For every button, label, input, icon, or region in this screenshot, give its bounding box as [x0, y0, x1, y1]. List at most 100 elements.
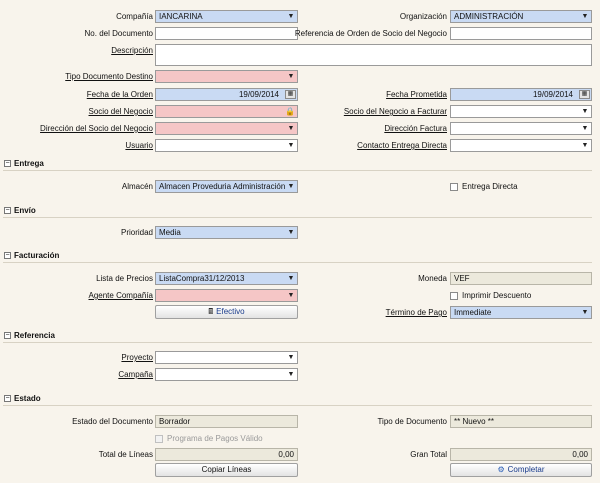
fecha-orden-value: 19/09/2014 — [238, 90, 279, 99]
campana-select[interactable]: ▼ — [155, 368, 298, 381]
usuario-label: Usuario — [125, 141, 153, 150]
payment-icon: 🖩 — [208, 307, 214, 316]
termino-pago-value: Immediate — [454, 308, 492, 317]
direccion-factura-select[interactable]: ▼ — [450, 122, 592, 135]
chevron-down-icon[interactable]: ▼ — [285, 273, 297, 284]
socio-negocio-label: Socio del Negocio — [88, 107, 153, 116]
campana-label: Campaña — [118, 370, 153, 379]
chevron-down-icon[interactable]: ▼ — [285, 227, 297, 238]
usuario-select[interactable]: ▼ — [155, 139, 298, 152]
checkbox-icon[interactable] — [450, 291, 458, 300]
descripcion-textarea[interactable] — [155, 44, 592, 66]
agente-compania-label: Agente Compañía — [88, 291, 154, 300]
lista-precios-label: Lista de Precios — [96, 274, 153, 283]
chevron-down-icon[interactable]: ▼ — [285, 290, 297, 301]
direccion-factura-label: Dirección Factura — [384, 124, 447, 133]
gran-total-label: Gran Total — [410, 450, 447, 459]
proyecto-label: Proyecto — [121, 353, 153, 362]
programa-pagos-checkbox: Programa de Pagos Válido — [155, 433, 263, 444]
section-referencia[interactable]: − Referencia — [3, 329, 592, 343]
chevron-down-icon[interactable]: ▼ — [285, 369, 297, 380]
socio-facturar-select[interactable]: ▼ — [450, 105, 592, 118]
chevron-down-icon[interactable]: ▼ — [285, 71, 297, 82]
compania-select[interactable]: IANCARINA ▼ — [155, 10, 298, 23]
socio-facturar-label: Socio del Negocio a Facturar — [343, 107, 447, 116]
fecha-prometida-input[interactable]: 19/09/2014 ▦ — [450, 88, 592, 101]
lista-precios-value: ListaCompra31/12/2013 — [159, 274, 245, 283]
chevron-down-icon[interactable]: ▼ — [285, 11, 297, 22]
completar-button-label: Completar — [507, 465, 545, 474]
entrega-directa-label: Entrega Directa — [462, 182, 518, 191]
almacen-label: Almacén — [121, 182, 153, 191]
calendar-icon[interactable]: ▦ — [579, 90, 590, 99]
tipo-documento-field: ** Nuevo ** — [450, 415, 592, 428]
prioridad-select[interactable]: Media ▼ — [155, 226, 298, 239]
termino-pago-label: Término de Pago — [385, 308, 447, 317]
chevron-down-icon[interactable]: ▼ — [285, 181, 297, 192]
fecha-orden-input[interactable]: 19/09/2014 ▦ — [155, 88, 298, 101]
estado-documento-field: Borrador — [155, 415, 298, 428]
collapse-icon[interactable]: − — [4, 252, 11, 260]
fecha-prometida-value: 19/09/2014 — [532, 90, 573, 99]
compania-value: IANCARINA — [159, 12, 203, 21]
referencia-orden-label: Referencia de Orden de Socio del Negocio — [294, 29, 447, 38]
collapse-icon[interactable]: − — [4, 332, 11, 340]
proyecto-select[interactable]: ▼ — [155, 351, 298, 364]
checkbox-icon[interactable] — [450, 182, 458, 191]
section-facturacion[interactable]: − Facturación — [3, 249, 592, 263]
collapse-icon[interactable]: − — [4, 160, 11, 168]
no-documento-input[interactable] — [155, 27, 298, 40]
contacto-entrega-label: Contacto Entrega Directa — [357, 141, 447, 150]
imprimir-descuento-checkbox[interactable]: Imprimir Descuento — [450, 290, 531, 301]
organizacion-value: ADMINISTRACIÓN — [454, 12, 524, 21]
gran-total-field: 0,00 — [450, 448, 592, 461]
moneda-label: Moneda — [418, 274, 447, 283]
almacen-value: Almacen Proveduria Administración — [159, 182, 286, 191]
tipo-documento-label: Tipo de Documento — [377, 417, 447, 426]
tipo-documento-destino-select[interactable]: ▼ — [155, 70, 298, 83]
section-referencia-title: Referencia — [14, 331, 55, 340]
collapse-icon[interactable]: − — [4, 395, 11, 403]
efectivo-button-label: Efectivo — [216, 307, 245, 316]
direccion-socio-label: Dirección del Socio del Negocio — [40, 124, 153, 133]
chevron-down-icon[interactable]: ▼ — [285, 140, 297, 151]
section-estado[interactable]: − Estado — [3, 392, 592, 406]
completar-button[interactable]: ⚙ Completar — [450, 463, 592, 477]
copiar-lineas-button[interactable]: Copiar Líneas — [155, 463, 298, 477]
entrega-directa-checkbox[interactable]: Entrega Directa — [450, 181, 518, 192]
section-envio-title: Envío — [14, 206, 36, 215]
chevron-down-icon[interactable]: ▼ — [579, 140, 591, 151]
socio-negocio-input[interactable]: 🔒 — [155, 105, 298, 118]
section-envio[interactable]: − Envío — [3, 204, 592, 218]
organizacion-select[interactable]: ADMINISTRACIÓN ▼ — [450, 10, 592, 23]
copiar-lineas-button-label: Copiar Líneas — [201, 465, 252, 474]
almacen-select[interactable]: Almacen Proveduria Administración ▼ — [155, 180, 298, 193]
calendar-icon[interactable]: ▦ — [285, 90, 296, 99]
estado-documento-label: Estado del Documento — [72, 417, 153, 426]
direccion-socio-select[interactable]: ▼ — [155, 122, 298, 135]
section-entrega-title: Entrega — [14, 159, 44, 168]
referencia-orden-input[interactable] — [450, 27, 592, 40]
tipo-documento-destino-label: Tipo Documento Destino — [65, 72, 153, 81]
total-lineas-label: Total de Líneas — [98, 450, 153, 459]
prioridad-value: Media — [159, 228, 181, 237]
chevron-down-icon[interactable]: ▼ — [285, 123, 297, 134]
section-facturacion-title: Facturación — [14, 251, 60, 260]
chevron-down-icon[interactable]: ▼ — [579, 106, 591, 117]
checkbox-icon — [155, 434, 163, 443]
compania-label: Compañía — [116, 12, 153, 21]
section-entrega[interactable]: − Entrega — [3, 157, 592, 171]
chevron-down-icon[interactable]: ▼ — [285, 352, 297, 363]
total-lineas-field: 0,00 — [155, 448, 298, 461]
imprimir-descuento-label: Imprimir Descuento — [462, 291, 532, 300]
efectivo-button[interactable]: 🖩 Efectivo — [155, 305, 298, 319]
no-documento-label: No. del Documento — [84, 29, 153, 38]
chevron-down-icon[interactable]: ▼ — [579, 11, 591, 22]
contacto-entrega-select[interactable]: ▼ — [450, 139, 592, 152]
termino-pago-select[interactable]: Immediate ▼ — [450, 306, 592, 319]
agente-compania-select[interactable]: ▼ — [155, 289, 298, 302]
collapse-icon[interactable]: − — [4, 207, 11, 215]
chevron-down-icon[interactable]: ▼ — [579, 307, 591, 318]
lista-precios-select[interactable]: ListaCompra31/12/2013 ▼ — [155, 272, 298, 285]
chevron-down-icon[interactable]: ▼ — [579, 123, 591, 134]
